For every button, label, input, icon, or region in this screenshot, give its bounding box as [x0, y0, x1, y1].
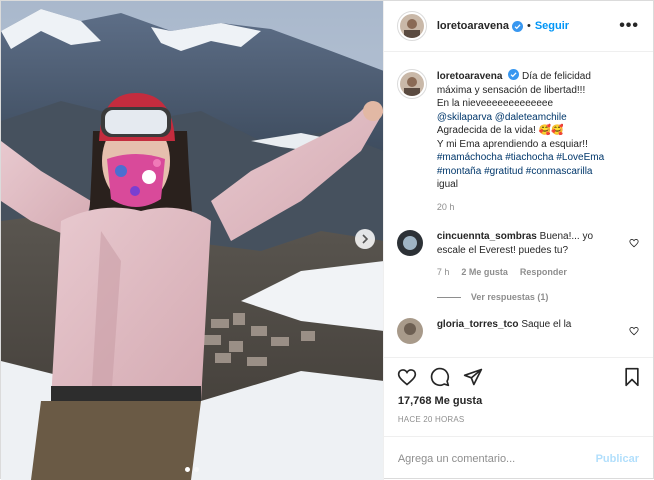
caption-avatar[interactable]	[396, 69, 427, 99]
post-header: loretoaravena • Seguir •••	[383, 1, 653, 52]
caption-line: Y mi Ema aprendiendo a esquiar!!	[436, 138, 588, 150]
view-replies-label: Ver respuestas (1)	[470, 292, 549, 302]
caption-line: Agradecida de la vida! 🥰🥰	[436, 125, 564, 136]
avatar-image	[399, 14, 424, 38]
heart-icon[interactable]	[629, 326, 639, 336]
carousel-dot	[193, 467, 199, 472]
save-button[interactable]	[623, 367, 641, 387]
comments-section[interactable]: loretoaravena Día de felicidad máxima y …	[384, 52, 653, 357]
commenter-avatar[interactable]	[396, 318, 423, 344]
mention-link[interactable]: @skilaparva	[437, 112, 492, 123]
post-photo[interactable]	[1, 1, 383, 480]
instagram-post: loretoaravena • Seguir ••• loretoaravena	[0, 0, 654, 480]
carousel-indicator	[1, 467, 383, 472]
post-sidebar: loretoaravena • Seguir ••• loretoaravena	[382, 1, 653, 480]
comment-item: cincuennta_sombras Buena!... yo escale e…	[396, 230, 639, 302]
more-options-icon[interactable]: •••	[619, 18, 639, 34]
reply-button[interactable]: Responder	[520, 267, 567, 277]
comment-icon	[430, 367, 449, 386]
commenter-username[interactable]: gloria_torres_tco	[437, 319, 519, 330]
avatar-image	[396, 318, 423, 344]
author-avatar[interactable]	[396, 11, 427, 41]
add-comment-bar: Publicar	[383, 436, 653, 480]
action-bar	[383, 357, 653, 395]
post-timestamp: HACE 20 HORAS	[397, 415, 465, 424]
view-replies-button[interactable]: Ver respuestas (1)	[436, 292, 639, 302]
heart-icon[interactable]	[629, 238, 639, 248]
comment-text: cincuennta_sombras Buena!... yo escale e…	[437, 230, 612, 257]
comment-body: Saque el la	[521, 319, 572, 330]
author-username[interactable]: loretoaravena	[437, 20, 509, 32]
comment-text: gloria_torres_tco Saque el la	[437, 318, 612, 344]
mention-link[interactable]: @daleteamchile	[495, 112, 567, 123]
commenter-avatar[interactable]	[396, 230, 423, 256]
carousel-dot-active	[184, 467, 190, 472]
comment-time: 7 h	[436, 267, 450, 277]
carousel-next-button[interactable]	[355, 229, 375, 249]
verified-badge-icon	[511, 20, 523, 32]
replies-divider	[436, 296, 461, 298]
comment-input[interactable]	[397, 452, 596, 465]
separator-dot: •	[526, 20, 531, 32]
publish-button[interactable]: Publicar	[596, 453, 639, 465]
paper-plane-icon	[463, 368, 482, 385]
chevron-right-icon	[362, 234, 369, 244]
caption-username[interactable]: loretoaravena	[437, 71, 503, 82]
bookmark-icon	[625, 367, 639, 386]
hashtag-links[interactable]: #montaña #gratitud #conmascarilla	[437, 166, 593, 177]
verified-badge-icon	[508, 69, 520, 80]
heart-icon	[397, 368, 416, 386]
caption-text: loretoaravena Día de felicidad máxima y …	[437, 69, 622, 214]
caption: loretoaravena Día de felicidad máxima y …	[396, 69, 639, 214]
avatar-image	[396, 230, 423, 256]
likes-count[interactable]: 17,768 Me gusta	[384, 395, 653, 407]
photo-scene	[1, 1, 383, 480]
avatar-image	[399, 72, 424, 96]
share-button[interactable]	[463, 367, 483, 387]
like-button[interactable]	[397, 367, 417, 387]
caption-line: igual	[436, 179, 458, 190]
comment-likes[interactable]: 2 Me gusta	[461, 267, 508, 277]
follow-button[interactable]: Seguir	[535, 20, 569, 32]
caption-time: 20 h	[436, 201, 455, 212]
comment-meta: 7 h 2 Me gusta Responder	[437, 267, 639, 277]
hashtag-links[interactable]: #mamáchocha #tiachocha #LoveEma	[437, 152, 604, 163]
commenter-username[interactable]: cincuennta_sombras	[437, 231, 537, 242]
caption-line: En la nieveeeeeeeeeeeee	[436, 98, 554, 109]
comment-item: gloria_torres_tco Saque el la	[396, 318, 639, 344]
comment-button[interactable]	[430, 367, 450, 387]
